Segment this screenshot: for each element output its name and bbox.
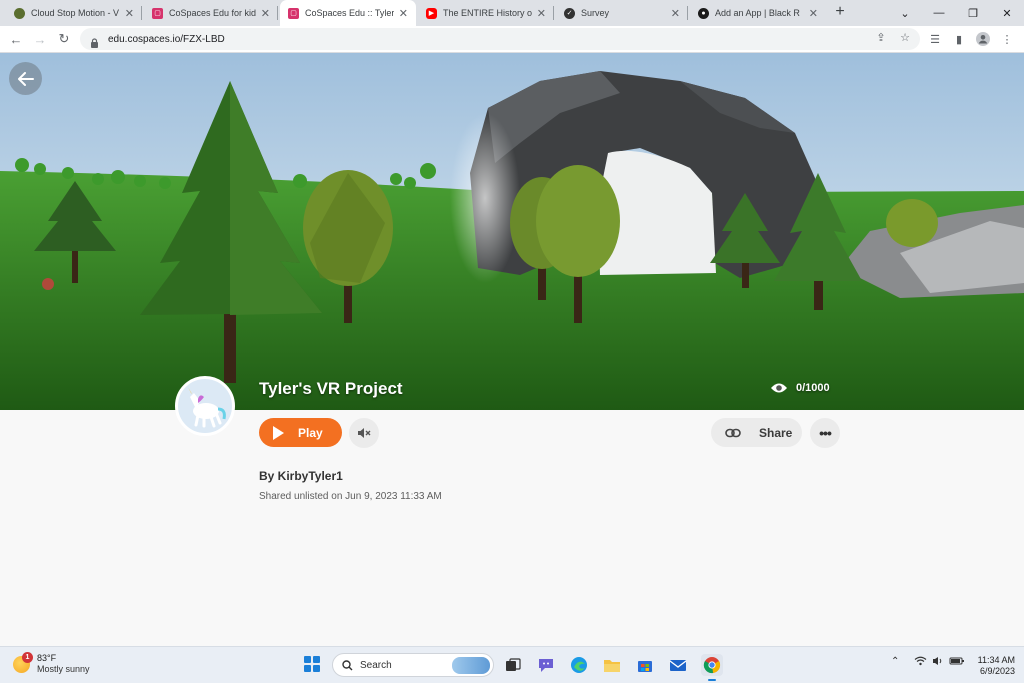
minimize-button[interactable]: —	[922, 0, 956, 26]
back-arrow-icon	[17, 71, 34, 86]
windows-start-icon[interactable]	[304, 656, 320, 672]
tab-title: Survey	[581, 8, 610, 18]
wifi-icon[interactable]	[914, 656, 927, 669]
share-button[interactable]: Share	[711, 418, 802, 447]
task-view-icon[interactable]	[502, 654, 524, 676]
forward-arrow-icon[interactable]: →	[30, 29, 50, 49]
author-name[interactable]: By KirbyTyler1	[259, 469, 343, 483]
bookmark-star-icon[interactable]: ☆	[896, 28, 914, 46]
sun-icon: 1	[13, 651, 33, 673]
author-avatar[interactable]	[175, 376, 235, 436]
windows-taskbar: 1 83°F Mostly sunny Search ⌃ 11:34 AM 6/…	[0, 646, 1024, 683]
close-tab-icon[interactable]: ✕	[261, 7, 270, 20]
url-text: edu.cospaces.io/FZX-LBD	[108, 33, 225, 45]
tab-title: CoSpaces Edu :: Tyler	[305, 8, 394, 18]
close-tab-icon[interactable]: ✕	[809, 7, 818, 20]
reload-icon[interactable]: ↻	[54, 29, 74, 49]
play-icon	[273, 425, 284, 440]
browser-tab[interactable]: ▢ CoSpaces Edu for kid ✕	[144, 0, 278, 26]
close-tab-icon[interactable]: ✕	[671, 7, 680, 20]
weather-condition: Mostly sunny	[37, 664, 90, 674]
side-panel-icon[interactable]: ▮	[950, 30, 968, 48]
search-highlight-image	[452, 657, 490, 674]
cloud-stop-motion-icon	[14, 7, 25, 19]
back-arrow-icon[interactable]: ←	[6, 29, 26, 49]
reading-list-icon[interactable]: ☰	[926, 30, 944, 48]
share-page-icon[interactable]: ⇪	[872, 28, 890, 46]
cospaces-icon: ▢	[152, 7, 163, 19]
teams-chat-icon[interactable]	[535, 654, 557, 676]
notification-badge: 1	[22, 651, 33, 663]
scene-preview[interactable]	[0, 53, 1024, 410]
view-counter: 0/1000	[770, 382, 830, 394]
close-tab-icon[interactable]: ✕	[125, 7, 134, 20]
tab-title: The ENTIRE History of	[443, 8, 532, 18]
clock-time: 11:34 AM	[977, 655, 1015, 665]
browser-tab-active[interactable]: ▢ CoSpaces Edu :: Tyler ✕	[280, 0, 416, 26]
share-label: Share	[759, 425, 793, 440]
new-tab-button[interactable]: +	[830, 2, 850, 22]
close-tab-icon[interactable]: ✕	[537, 7, 546, 20]
volume-icon[interactable]	[932, 656, 944, 669]
browser-tab-strip: Cloud Stop Motion - V ✕ ▢ CoSpaces Edu f…	[0, 0, 1024, 26]
mail-icon[interactable]	[667, 654, 689, 676]
browser-tab[interactable]: ● Add an App | Black R ✕	[690, 0, 826, 26]
browser-tab[interactable]: ✓ Survey ✕	[556, 0, 688, 26]
search-label: Search	[360, 659, 392, 671]
play-button[interactable]: Play	[259, 418, 342, 447]
tab-title: Add an App | Black R	[715, 8, 800, 18]
taskbar-search[interactable]: Search	[332, 653, 494, 677]
file-explorer-icon[interactable]	[601, 654, 623, 676]
mute-button[interactable]	[349, 418, 379, 448]
more-options-button[interactable]: •••	[810, 418, 840, 448]
chevron-down-icon[interactable]: ⌄	[888, 0, 922, 26]
play-label: Play	[298, 425, 323, 440]
close-window-button[interactable]: ✕	[990, 0, 1024, 26]
view-count: 0/1000	[796, 382, 830, 394]
app-icon: ●	[698, 7, 709, 19]
tab-title: CoSpaces Edu for kid	[169, 8, 256, 18]
more-menu-icon[interactable]: ⋮	[998, 30, 1016, 48]
tab-title: Cloud Stop Motion - V	[31, 8, 120, 18]
link-icon	[725, 428, 741, 437]
more-dots-icon: •••	[819, 425, 832, 441]
restore-button[interactable]: ❐	[956, 0, 990, 26]
chrome-browser-icon[interactable]	[701, 654, 723, 681]
cospaces-icon: ▢	[288, 7, 299, 19]
browser-tab[interactable]: ▶ The ENTIRE History of ✕	[418, 0, 554, 26]
browser-toolbar: ← → ↻ edu.cospaces.io/FZX-LBD ⇪ ☆ ☰ ▮ ⋮	[0, 26, 1024, 53]
browser-tab[interactable]: Cloud Stop Motion - V ✕	[6, 0, 142, 26]
chevron-up-icon[interactable]: ⌃	[891, 656, 899, 667]
survey-icon: ✓	[564, 7, 575, 19]
system-clock[interactable]: 11:34 AM 6/9/2023	[973, 655, 1015, 677]
close-tab-icon[interactable]: ✕	[399, 7, 408, 20]
youtube-icon: ▶	[426, 7, 437, 19]
shared-date: Shared unlisted on Jun 9, 2023 11:33 AM	[259, 491, 442, 502]
project-title: Tyler's VR Project	[259, 379, 403, 398]
edge-browser-icon[interactable]	[568, 654, 590, 676]
lock-icon[interactable]	[90, 35, 99, 48]
battery-icon[interactable]	[949, 656, 965, 669]
clock-date: 6/9/2023	[979, 666, 1015, 676]
search-icon	[342, 659, 353, 670]
back-button[interactable]	[9, 62, 42, 95]
speaker-muted-icon	[358, 428, 371, 438]
weather-widget[interactable]: 1 83°F Mostly sunny	[13, 651, 90, 675]
address-bar[interactable]: edu.cospaces.io/FZX-LBD	[80, 28, 920, 50]
microsoft-store-icon[interactable]	[634, 654, 656, 676]
profile-avatar-icon[interactable]	[974, 30, 992, 48]
eye-icon	[771, 383, 787, 393]
weather-temp: 83°F	[37, 653, 57, 663]
